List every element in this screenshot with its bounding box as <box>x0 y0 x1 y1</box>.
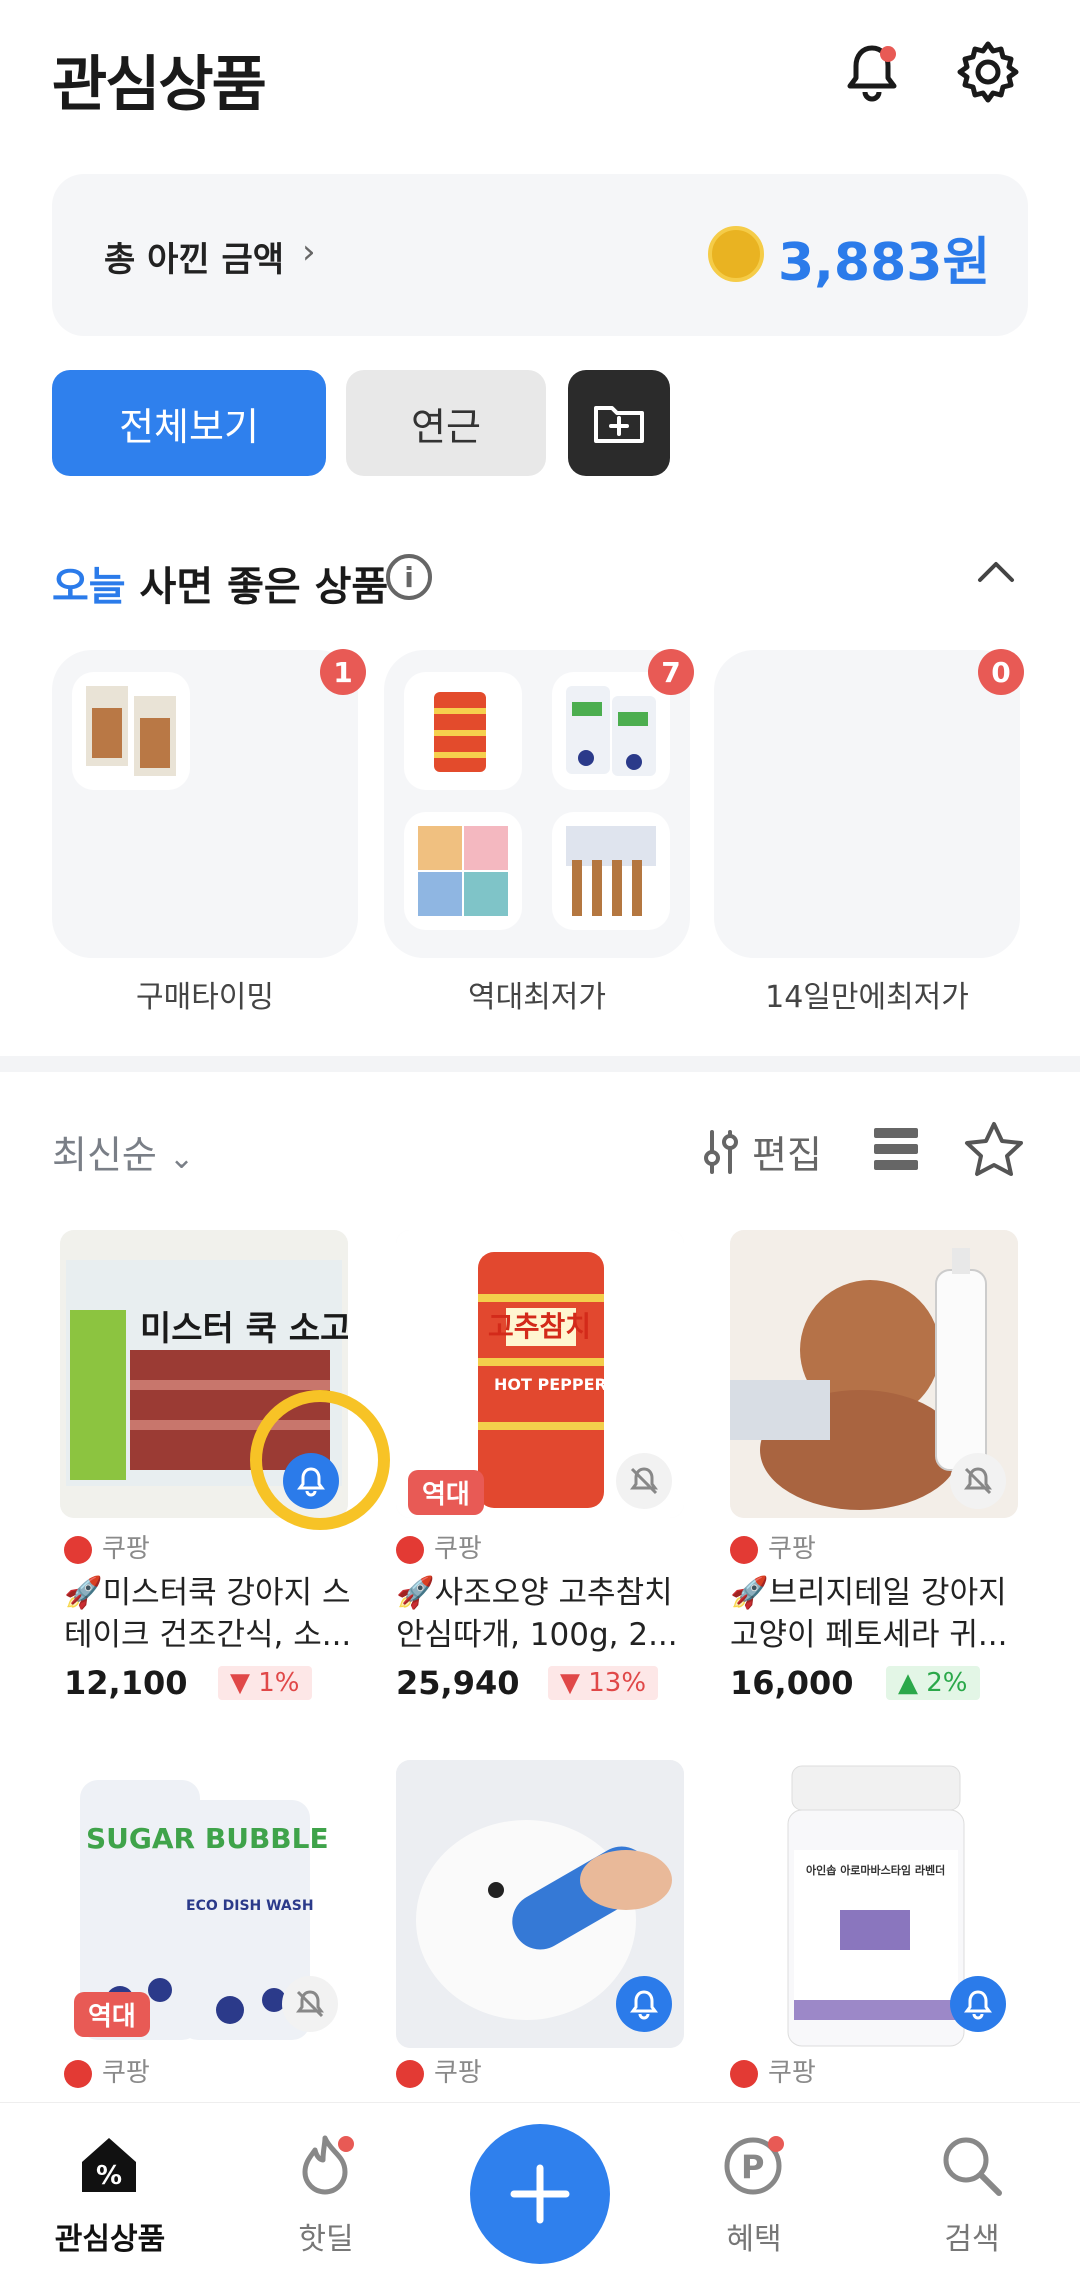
category-card-all-time-low[interactable] <box>384 650 690 958</box>
chevron-up-icon[interactable] <box>974 556 1018 590</box>
settings-gear-icon[interactable] <box>952 36 1024 108</box>
svg-text:ECO DISH WASH: ECO DISH WASH <box>186 1898 314 1914</box>
coupang-logo-icon <box>730 1535 758 1564</box>
product-source: 쿠팡 <box>64 1528 150 1565</box>
product-name[interactable]: 🚀브리지테일 강아지 고양이 페토세라 귀... <box>730 1572 1030 1656</box>
alert-off-bell-icon[interactable] <box>950 1453 1006 1509</box>
svg-text:%: % <box>96 2161 122 2191</box>
svg-text:P: P <box>741 2148 764 2186</box>
coupang-logo-icon <box>64 2059 92 2088</box>
price-change-badge: ▲ 2% <box>886 1666 980 1700</box>
category-count-badge: 7 <box>648 649 694 695</box>
sliders-icon <box>704 1129 738 1174</box>
svg-text:미스터 쿡 소고기: 미스터 쿡 소고기 <box>140 1309 348 1349</box>
alert-off-bell-icon[interactable] <box>616 1453 672 1509</box>
category-label: 구매타이밍 <box>136 980 274 1015</box>
nav-hotdeal-icon[interactable] <box>292 2132 358 2202</box>
category-count-badge: 1 <box>320 649 366 695</box>
edit-button[interactable]: 편집 <box>702 1124 822 1179</box>
info-icon[interactable]: i <box>386 554 432 600</box>
alert-off-bell-icon[interactable] <box>282 1976 338 2032</box>
price-change-badge: ▼ 13% <box>548 1666 659 1700</box>
product-source: 쿠팡 <box>396 2052 482 2089</box>
category-count-badge: 0 <box>978 649 1024 695</box>
all-time-low-tag: 역대 <box>74 1992 150 2037</box>
product-thumbnail <box>552 812 670 930</box>
category-card-14day-low[interactable] <box>714 650 1020 958</box>
star-icon[interactable] <box>964 1120 1024 1182</box>
coupang-logo-icon <box>64 1535 92 1564</box>
saved-amount-value: 3,883원 <box>778 233 991 293</box>
filter-year-button[interactable]: 연근 <box>346 370 546 476</box>
saved-amount-label: 총 아낀 금액 <box>104 240 285 280</box>
svg-text:HOT PEPPER: HOT PEPPER <box>494 1375 607 1394</box>
alert-on-bell-icon[interactable] <box>950 1976 1006 2032</box>
chevron-down-icon: ⌄ <box>168 1141 195 1176</box>
category-label: 역대최저가 <box>468 980 606 1015</box>
nav-search-icon[interactable] <box>938 2132 1004 2202</box>
alert-on-bell-icon[interactable] <box>616 1976 672 2032</box>
coupang-logo-icon <box>396 1535 424 1564</box>
product-source: 쿠팡 <box>730 1528 816 1565</box>
list-view-icon[interactable] <box>872 1126 920 1176</box>
product-name[interactable]: 🚀사조오양 고추참치 안심따개, 100g, 2... <box>396 1572 696 1656</box>
alert-on-bell-icon[interactable] <box>283 1453 339 1509</box>
product-price: 25,940 <box>396 1664 520 1702</box>
nav-watchlist-icon[interactable]: % <box>76 2132 142 2202</box>
product-source: 쿠팡 <box>396 1528 482 1565</box>
product-price: 12,100 <box>64 1664 188 1702</box>
category-label: 14일만에최저가 <box>765 980 969 1015</box>
chevron-right-icon: › <box>302 232 316 272</box>
category-card-buy-timing[interactable] <box>52 650 358 958</box>
product-source: 쿠팡 <box>730 2052 816 2089</box>
page-title: 관심상품 <box>52 50 267 120</box>
product-thumbnail <box>404 672 522 790</box>
coupang-logo-icon <box>396 2059 424 2088</box>
sort-dropdown[interactable]: 최신순 ⌄ <box>52 1124 194 1179</box>
add-folder-button[interactable] <box>568 370 670 476</box>
svg-text:아인솝 아로마바스타임 라벤더: 아인솝 아로마바스타임 라벤더 <box>806 1863 945 1877</box>
nav-hotdeal-label[interactable]: 핫딜 <box>236 2214 416 2258</box>
coin-icon <box>708 226 764 282</box>
product-name[interactable]: 🚀미스터쿡 강아지 스테이크 건조간식, 소... <box>64 1572 364 1656</box>
product-thumbnail <box>72 672 190 790</box>
filter-all-button[interactable]: 전체보기 <box>52 370 326 476</box>
folder-plus-icon <box>594 406 644 443</box>
product-source: 쿠팡 <box>64 2052 150 2089</box>
nav-watchlist-label[interactable]: 관심상품 <box>20 2214 200 2258</box>
product-thumbnail <box>404 812 522 930</box>
section-title: 오늘 사면 좋은 상품 <box>52 564 389 610</box>
svg-text:SUGAR BUBBLE: SUGAR BUBBLE <box>86 1822 329 1855</box>
product-price: 16,000 <box>730 1664 854 1702</box>
add-product-button[interactable] <box>470 2124 610 2264</box>
plus-icon <box>510 2164 570 2224</box>
all-time-low-tag: 역대 <box>408 1470 484 1515</box>
product-thumbnail <box>552 672 670 790</box>
notification-bell-icon[interactable] <box>836 36 908 108</box>
section-divider <box>0 1056 1080 1072</box>
nav-benefits-icon[interactable]: P <box>720 2132 786 2202</box>
coupang-logo-icon <box>730 2059 758 2088</box>
nav-benefits-label[interactable]: 혜택 <box>664 2214 844 2258</box>
price-change-badge: ▼ 1% <box>218 1666 312 1700</box>
nav-search-label[interactable]: 검색 <box>882 2214 1062 2258</box>
svg-text:고추참치: 고추참치 <box>488 1310 591 1343</box>
